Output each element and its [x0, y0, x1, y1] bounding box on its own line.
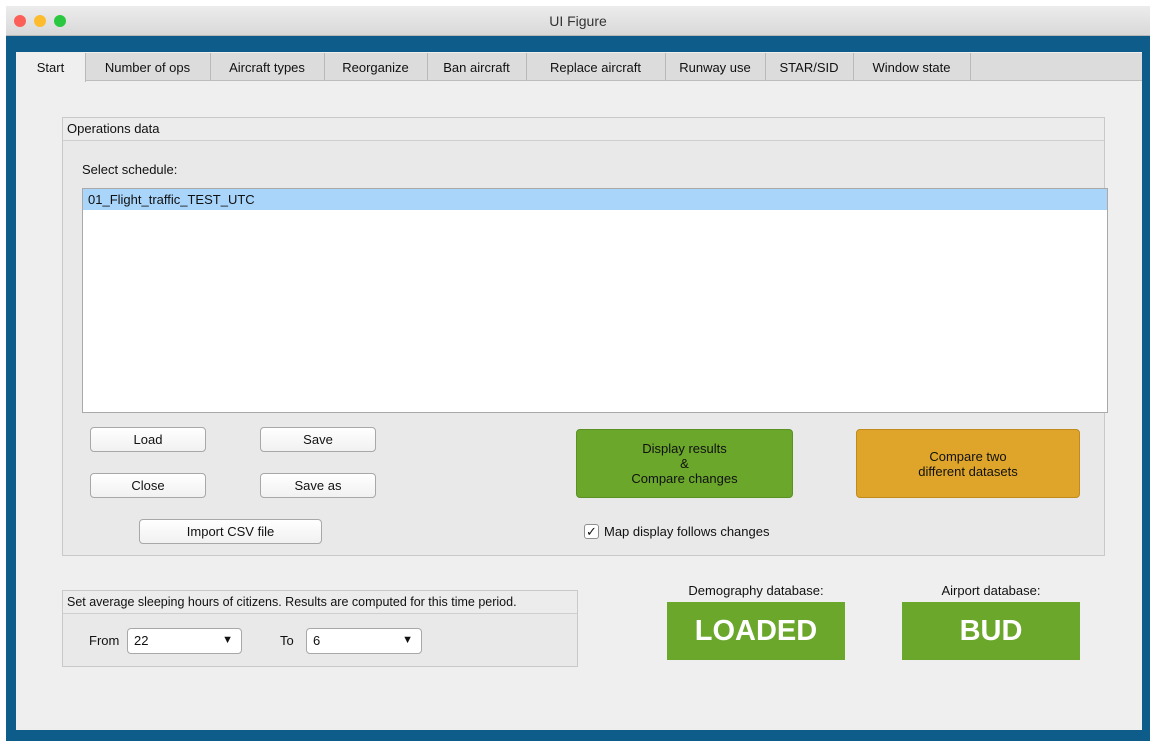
tab-bar: Start Number of ops Aircraft types Reorg… [16, 53, 1142, 82]
airport-db-label: Airport database: [941, 583, 1041, 598]
map-follows-label: Map display follows changes [604, 524, 770, 539]
tab-aircraft-types[interactable]: Aircraft types [210, 53, 325, 81]
import-csv-button[interactable]: Import CSV file [139, 519, 322, 544]
tab-start[interactable]: Start [16, 53, 86, 82]
checkmark-icon: ✓ [586, 524, 597, 539]
window-title: UI Figure [549, 13, 607, 29]
save-button[interactable]: Save [260, 427, 376, 452]
compare-datasets-label-1: Compare two [929, 448, 1007, 464]
load-button[interactable]: Load [90, 427, 206, 452]
from-label: From [89, 633, 120, 648]
tab-runway-use[interactable]: Runway use [665, 53, 766, 81]
compare-datasets-button[interactable]: Compare two different datasets [856, 429, 1080, 498]
demography-db-status: LOADED [667, 602, 845, 660]
from-value: 22 [134, 633, 149, 648]
to-label: To [280, 633, 294, 648]
schedule-listbox[interactable]: 01_Flight_traffic_TEST_UTC [82, 188, 1108, 413]
display-results-label-1: Display results [642, 441, 727, 456]
select-schedule-label: Select schedule: [82, 162, 178, 177]
tab-window-state[interactable]: Window state [853, 53, 971, 81]
operations-panel-title: Operations data [63, 118, 1104, 141]
schedule-list-item[interactable]: 01_Flight_traffic_TEST_UTC [83, 189, 1107, 210]
window-titlebar[interactable]: UI Figure [6, 6, 1150, 36]
dropdown-arrow-icon: ▼ [402, 634, 413, 646]
map-follows-checkbox[interactable]: ✓ [584, 524, 599, 539]
tab-number-of-ops[interactable]: Number of ops [85, 53, 211, 81]
save-as-button[interactable]: Save as [260, 473, 376, 498]
display-results-button[interactable]: Display results & Compare changes [576, 429, 793, 498]
tab-replace-aircraft[interactable]: Replace aircraft [526, 53, 666, 81]
close-button[interactable]: Close [90, 473, 206, 498]
dropdown-arrow-icon: ▼ [222, 634, 233, 646]
airport-db-status: BUD [902, 602, 1080, 660]
sleep-panel-title: Set average sleeping hours of citizens. … [63, 591, 577, 614]
tab-reorganize[interactable]: Reorganize [324, 53, 428, 81]
display-results-label-3: Compare changes [631, 471, 738, 486]
display-results-label-2: & [680, 456, 689, 471]
from-dropdown[interactable]: 22 ▼ [127, 628, 242, 654]
compare-datasets-label-2: different datasets [918, 463, 1018, 479]
demography-db-label: Demography database: [688, 583, 824, 598]
to-dropdown[interactable]: 6 ▼ [306, 628, 422, 654]
tab-ban-aircraft[interactable]: Ban aircraft [427, 53, 527, 81]
to-value: 6 [313, 633, 321, 648]
tab-star-sid[interactable]: STAR/SID [765, 53, 854, 81]
